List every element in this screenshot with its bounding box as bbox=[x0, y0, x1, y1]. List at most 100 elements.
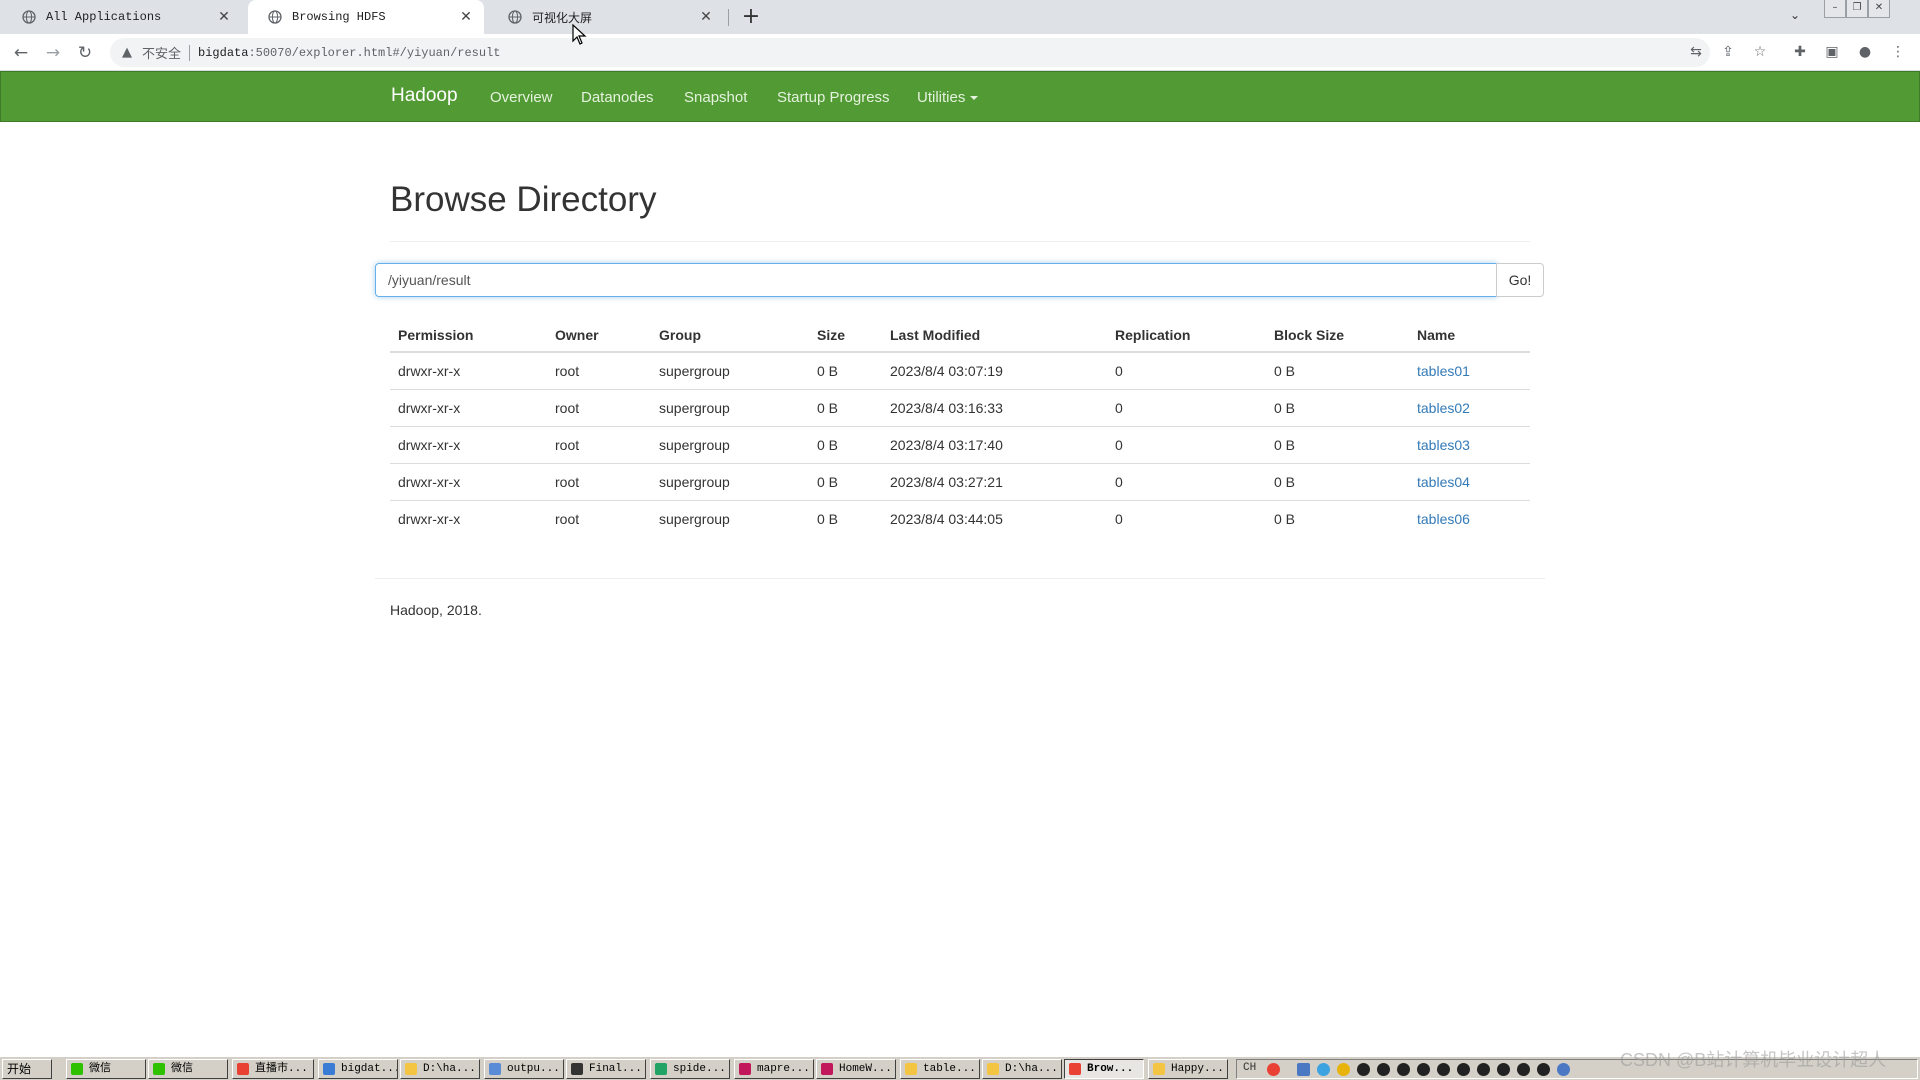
column-header-name[interactable]: Name bbox=[1409, 318, 1530, 353]
column-header-last-modified[interactable]: Last Modified bbox=[882, 318, 1107, 353]
cell-block-size: 0 B bbox=[1266, 462, 1409, 500]
cloud-icon[interactable] bbox=[1317, 1063, 1330, 1076]
url-text[interactable]: bigdata:50070/explorer.html#/yiyuan/resu… bbox=[198, 46, 500, 60]
security-label[interactable]: 不安全 bbox=[142, 43, 181, 62]
taskbar-button[interactable]: bigdat... bbox=[318, 1059, 398, 1079]
taskbar-button[interactable]: Final... bbox=[566, 1059, 646, 1079]
nav-startup-progress[interactable]: Startup Progress bbox=[777, 89, 890, 106]
taskbar-button[interactable]: HomeW... bbox=[816, 1059, 896, 1079]
new-tab-button[interactable]: + bbox=[738, 4, 764, 30]
go-button[interactable]: Go! bbox=[1496, 263, 1544, 297]
side-panel-icon[interactable]: ▣ bbox=[1822, 42, 1842, 62]
app-icon bbox=[571, 1063, 583, 1075]
menu-kebab-icon[interactable]: ⋮ bbox=[1888, 42, 1908, 62]
taskbar-button[interactable]: 微信 bbox=[148, 1059, 228, 1079]
restore-button[interactable]: ❐ bbox=[1846, 0, 1868, 18]
cell-last-modified: 2023/8/4 03:27:21 bbox=[882, 462, 1107, 500]
column-header-size[interactable]: Size bbox=[809, 318, 882, 353]
cell-owner: root bbox=[547, 388, 651, 426]
share-icon[interactable]: ⇪ bbox=[1718, 42, 1738, 62]
qq-icon[interactable] bbox=[1417, 1063, 1430, 1076]
taskbar-button[interactable]: table... bbox=[900, 1059, 980, 1079]
column-header-permission[interactable]: Permission bbox=[390, 318, 547, 353]
bookmark-star-icon[interactable]: ☆ bbox=[1750, 42, 1770, 62]
taskbar-button-label: D:\ha... bbox=[423, 1063, 476, 1075]
address-bar[interactable]: ▲ 不安全 bigdata:50070/explorer.html#/yiyua… bbox=[110, 38, 1710, 67]
close-icon[interactable]: ✕ bbox=[458, 9, 474, 25]
app-icon bbox=[987, 1063, 999, 1075]
column-header-block-size[interactable]: Block Size bbox=[1266, 318, 1409, 353]
taskbar-button[interactable]: mapre... bbox=[734, 1059, 814, 1079]
tab-visualization[interactable]: 可视化大屏 ✕ bbox=[488, 0, 724, 34]
column-header-replication[interactable]: Replication bbox=[1107, 318, 1266, 353]
tab-all-applications[interactable]: All Applications ✕ bbox=[2, 0, 242, 34]
taskbar-button[interactable]: Happy... bbox=[1148, 1059, 1228, 1079]
tab-search-chevron-icon[interactable]: ⌄ bbox=[1790, 8, 1800, 22]
shield-icon[interactable] bbox=[1557, 1063, 1570, 1076]
extensions-puzzle-icon[interactable]: ✚ bbox=[1790, 42, 1810, 62]
globe-icon bbox=[508, 10, 522, 24]
taskbar-button[interactable]: D:\ha... bbox=[982, 1059, 1062, 1079]
directory-link[interactable]: tables02 bbox=[1417, 400, 1470, 416]
nav-overview[interactable]: Overview bbox=[490, 89, 553, 106]
tab-label: Browsing HDFS bbox=[292, 10, 386, 24]
directory-link[interactable]: tables01 bbox=[1417, 363, 1470, 379]
cell-owner: root bbox=[547, 462, 651, 500]
watermark: CSDN @B站计算机毕业设计超人 bbox=[1620, 1050, 1887, 1070]
start-button[interactable]: 开始 bbox=[2, 1059, 52, 1079]
qq-icon[interactable] bbox=[1377, 1063, 1390, 1076]
qq-icon[interactable] bbox=[1397, 1063, 1410, 1076]
nav-datanodes[interactable]: Datanodes bbox=[581, 89, 654, 106]
close-icon[interactable]: ✕ bbox=[698, 9, 714, 25]
monitor-icon[interactable] bbox=[1297, 1063, 1310, 1076]
taskbar-button[interactable]: spide... bbox=[650, 1059, 730, 1079]
directory-path-input[interactable] bbox=[375, 263, 1497, 297]
translate-icon[interactable]: ⇆ bbox=[1686, 42, 1706, 62]
taskbar-button-label: 微信 bbox=[89, 1063, 111, 1075]
cell-group: supergroup bbox=[651, 388, 809, 426]
sogou-icon[interactable] bbox=[1267, 1063, 1280, 1076]
tab-browsing-hdfs[interactable]: Browsing HDFS ✕ bbox=[248, 0, 484, 34]
navbar-brand[interactable]: Hadoop bbox=[391, 85, 458, 107]
cell-group: supergroup bbox=[659, 362, 730, 379]
cell-last-modified: 2023/8/4 03:17:40 bbox=[882, 425, 1107, 463]
nav-utilities[interactable]: Utilities bbox=[917, 89, 979, 106]
taskbar-button[interactable]: outpu... bbox=[484, 1059, 564, 1079]
taskbar-button[interactable]: D:\ha... bbox=[400, 1059, 480, 1079]
page-title: Browse Directory bbox=[390, 180, 657, 219]
app-icon bbox=[237, 1063, 249, 1075]
directory-link[interactable]: tables03 bbox=[1417, 437, 1470, 453]
forward-arrow-icon[interactable]: → bbox=[40, 40, 66, 66]
qq-icon[interactable] bbox=[1537, 1063, 1550, 1076]
qq-icon[interactable] bbox=[1457, 1063, 1470, 1076]
minimize-button[interactable]: – bbox=[1824, 0, 1846, 18]
profile-avatar-icon[interactable]: ● bbox=[1855, 42, 1875, 62]
input-language[interactable]: CH bbox=[1243, 1062, 1256, 1074]
column-header-owner[interactable]: Owner bbox=[547, 318, 651, 353]
close-window-button[interactable]: ✕ bbox=[1868, 0, 1890, 18]
warning-icon[interactable]: ▲ bbox=[122, 45, 136, 60]
back-arrow-icon[interactable]: ← bbox=[8, 40, 34, 66]
nav-snapshot[interactable]: Snapshot bbox=[684, 89, 747, 106]
qq-icon[interactable] bbox=[1497, 1063, 1510, 1076]
qq-icon[interactable] bbox=[1437, 1063, 1450, 1076]
cell-name: tables03 bbox=[1409, 425, 1530, 463]
qq-icon[interactable] bbox=[1357, 1063, 1370, 1076]
qq-icon[interactable] bbox=[1517, 1063, 1530, 1076]
close-icon[interactable]: ✕ bbox=[216, 9, 232, 25]
taskbar-button[interactable]: 直播市... bbox=[232, 1059, 314, 1079]
column-header-group[interactable]: Group bbox=[651, 318, 809, 353]
cell-replication: 0 bbox=[1115, 362, 1123, 379]
taskbar-button[interactable]: 微信 bbox=[66, 1059, 146, 1079]
table-row: drwxr-xr-x root supergroup 0 B 2023/8/4 … bbox=[390, 499, 1530, 537]
taskbar-button[interactable]: Brow... bbox=[1064, 1059, 1144, 1079]
reload-icon[interactable]: ↻ bbox=[72, 40, 98, 66]
tray-app-icon[interactable] bbox=[1337, 1063, 1350, 1076]
directory-link[interactable]: tables04 bbox=[1417, 474, 1470, 490]
qq-icon[interactable] bbox=[1477, 1063, 1490, 1076]
app-icon bbox=[1069, 1063, 1081, 1075]
directory-link[interactable]: tables06 bbox=[1417, 511, 1470, 527]
table-row: drwxr-xr-x root supergroup 0 B 2023/8/4 … bbox=[390, 352, 1530, 389]
cell-size: 0 B bbox=[817, 362, 839, 379]
hadoop-navbar: Hadoop Overview Datanodes Snapshot Start… bbox=[0, 71, 1920, 122]
